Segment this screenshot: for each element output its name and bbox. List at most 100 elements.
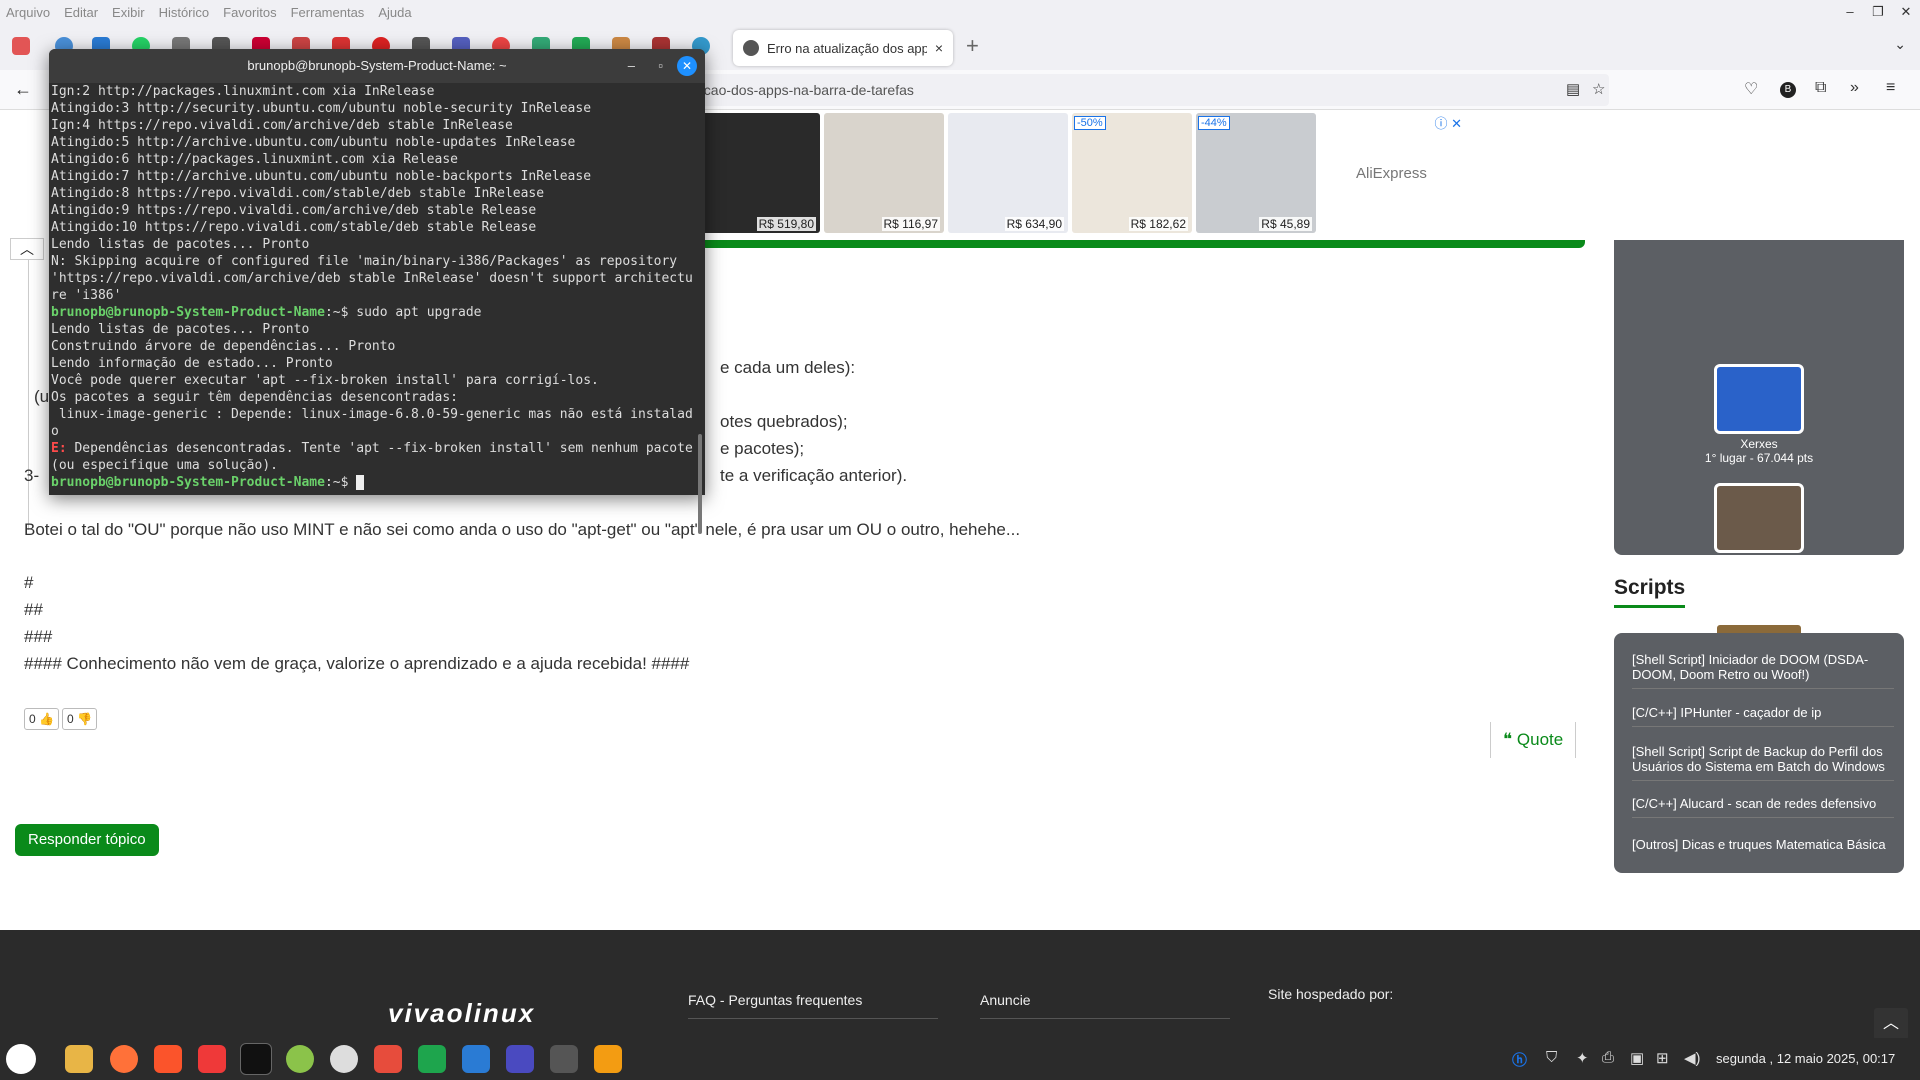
maximize-icon[interactable]: ❐ xyxy=(1864,0,1892,24)
extensions-icon[interactable]: ⧉ xyxy=(1815,79,1826,97)
ad-product-image[interactable]: R$ 519,80 xyxy=(700,113,820,233)
ad-brand-label[interactable]: AliExpress xyxy=(1356,165,1427,182)
firefox-icon[interactable] xyxy=(110,1045,138,1073)
script-link[interactable]: [Shell Script] Iniciador de DOOM (DSDA-D… xyxy=(1632,652,1894,689)
terminal-output[interactable]: Ign:2 http://packages.linuxmint.com xia … xyxy=(49,83,705,495)
spreadsheet-icon[interactable] xyxy=(418,1045,446,1073)
upvote-button[interactable]: 0 👍 xyxy=(24,708,59,730)
downvote-button[interactable]: 0 👎 xyxy=(62,708,97,730)
terminal-icon[interactable] xyxy=(240,1043,272,1075)
maximize-icon[interactable]: ▫ xyxy=(658,49,663,83)
printer-icon[interactable]: ⎙ xyxy=(1602,1049,1614,1066)
minimize-icon[interactable]: – xyxy=(628,49,635,83)
ad-price: R$ 182,62 xyxy=(1128,217,1188,231)
terminal-line: Ign:2 http://packages.linuxmint.com xia … xyxy=(51,84,435,99)
ad-product-image[interactable]: -50% R$ 182,62 xyxy=(1072,113,1192,233)
site-logo[interactable]: vivaolinux xyxy=(388,998,535,1029)
menu-historico[interactable]: Histórico xyxy=(159,5,210,20)
bookmark-star-icon[interactable]: ☆ xyxy=(1592,74,1605,106)
avatar xyxy=(1714,483,1804,553)
scroll-to-top-button[interactable]: ︿ xyxy=(1874,1008,1908,1038)
mint-menu-icon[interactable] xyxy=(6,1044,36,1074)
upvote-count: 0 xyxy=(29,712,36,726)
script-link[interactable]: [C/C++] IPHunter - caçador de ip xyxy=(1632,705,1894,727)
vivaldi-icon[interactable] xyxy=(198,1045,226,1073)
pocket-icon[interactable]: ♡ xyxy=(1744,79,1758,99)
menu-arquivo[interactable]: Arquivo xyxy=(6,5,50,20)
post-text: e pacotes); xyxy=(720,439,805,458)
post-text: Botei o tal do "OU" porque não uso MINT … xyxy=(24,520,1021,539)
post-text: otes quebrados); xyxy=(720,412,848,431)
new-tab-button[interactable]: + xyxy=(966,33,979,59)
pinned-tab-icon[interactable] xyxy=(12,37,30,55)
menu-editar[interactable]: Editar xyxy=(64,5,98,20)
close-icon[interactable]: ✕ xyxy=(1892,0,1920,24)
terminal-line: Lendo listas de pacotes... Pronto xyxy=(51,237,310,252)
menu-ferramentas[interactable]: Ferramentas xyxy=(291,5,365,20)
terminal-line: Atingido:8 https://repo.vivaldi.com/stab… xyxy=(51,186,545,201)
clock[interactable]: segunda , 12 maio 2025, 00:17 xyxy=(1716,1051,1895,1066)
ad-info-icon[interactable]: ⓘ ✕ xyxy=(1434,113,1462,132)
files-icon[interactable] xyxy=(65,1045,93,1073)
minimize-icon[interactable]: – xyxy=(1836,0,1864,24)
updater-icon[interactable] xyxy=(330,1045,358,1073)
signature-line: # xyxy=(24,573,34,592)
app-icon[interactable] xyxy=(594,1045,622,1073)
footer-divider xyxy=(980,1018,1230,1019)
writer-icon[interactable] xyxy=(462,1045,490,1073)
reader-view-icon[interactable]: ▤ xyxy=(1566,74,1580,106)
terminal-line: Ign:4 https://repo.vivaldi.com/archive/d… xyxy=(51,118,513,133)
ad-price: R$ 45,89 xyxy=(1259,217,1312,231)
terminal-command: sudo apt upgrade xyxy=(356,305,482,320)
overflow-chevron-icon[interactable]: » xyxy=(1850,79,1859,97)
volume-icon[interactable]: ◀) xyxy=(1684,1049,1701,1067)
terminal-line: Atingido:6 http://packages.linuxmint.com… xyxy=(51,152,458,167)
tab-active[interactable]: Erro na atualização dos app × xyxy=(733,30,953,66)
settings-icon[interactable] xyxy=(286,1045,314,1073)
ranking-entry[interactable]: Fábio Berbert de Paula 2° lugar - 44.492… xyxy=(1614,483,1904,584)
app-icon[interactable] xyxy=(374,1045,402,1073)
collapse-button[interactable]: ︿ xyxy=(10,238,44,260)
notification-icon[interactable]: ✦ xyxy=(1576,1049,1589,1067)
terminal-window[interactable]: brunopb@brunopb-System-Product-Name: ~ –… xyxy=(49,49,705,534)
back-arrow-icon[interactable]: ← xyxy=(14,79,32,100)
reply-topic-button[interactable]: Responder tópico xyxy=(15,824,159,856)
ranking-entry[interactable]: Xerxes 1° lugar - 67.044 pts xyxy=(1614,364,1904,465)
terminal-titlebar[interactable]: brunopb@brunopb-System-Product-Name: ~ –… xyxy=(49,49,705,83)
ad-product-image[interactable]: R$ 634,90 xyxy=(948,113,1068,233)
script-link[interactable]: [C/C++] Alucard - scan de redes defensiv… xyxy=(1632,796,1894,818)
ad-product-image[interactable]: -44% R$ 45,89 xyxy=(1196,113,1316,233)
ad-product-image[interactable]: R$ 116,97 xyxy=(824,113,944,233)
calculator-icon[interactable] xyxy=(550,1045,578,1073)
post-text: (u xyxy=(34,387,50,406)
account-icon[interactable]: B xyxy=(1780,82,1796,98)
terminal-line: Você pode querer executar 'apt --fix-bro… xyxy=(51,373,599,388)
menu-ajuda[interactable]: Ajuda xyxy=(378,5,411,20)
ad-price: R$ 519,80 xyxy=(756,217,816,231)
shield-icon[interactable]: ⛉ xyxy=(1546,1049,1557,1066)
brave-icon[interactable] xyxy=(154,1045,182,1073)
footer-anuncie-link[interactable]: Anuncie xyxy=(980,992,1031,1008)
ad-price: R$ 634,90 xyxy=(1004,217,1064,231)
terminal-title: brunopb@brunopb-System-Product-Name: ~ xyxy=(247,58,507,73)
script-link[interactable]: [Shell Script] Script de Backup do Perfi… xyxy=(1632,744,1894,781)
quote-button[interactable]: ❝ Quote xyxy=(1490,722,1577,758)
chevron-down-icon[interactable]: ⌄ xyxy=(1894,36,1906,53)
tab-close-icon[interactable]: × xyxy=(935,40,943,56)
network-icon[interactable]: ⊞ xyxy=(1656,1049,1669,1067)
close-icon[interactable]: ✕ xyxy=(677,56,697,76)
hp-icon[interactable]: ⓗ xyxy=(1512,1049,1527,1070)
menu-favoritos[interactable]: Favoritos xyxy=(223,5,276,20)
network-app-icon[interactable] xyxy=(506,1045,534,1073)
ad-banner[interactable]: R$ 519,80 R$ 116,97 R$ 634,90 -50% R$ 18… xyxy=(700,113,1464,240)
quote-label: Quote xyxy=(1516,730,1564,749)
footer-faq-link[interactable]: FAQ - Perguntas frequentes xyxy=(688,992,862,1008)
ad-discount-badge: -44% xyxy=(1198,116,1230,130)
ad-discount-badge: -50% xyxy=(1074,116,1106,130)
text-cursor xyxy=(356,475,365,490)
script-link[interactable]: [Outros] Dicas e truques Matematica Bási… xyxy=(1632,837,1894,858)
terminal-scrollbar[interactable] xyxy=(698,434,702,534)
menu-exibir[interactable]: Exibir xyxy=(112,5,145,20)
clipboard-icon[interactable]: ▣ xyxy=(1630,1049,1644,1067)
hamburger-menu-icon[interactable]: ≡ xyxy=(1886,79,1895,97)
